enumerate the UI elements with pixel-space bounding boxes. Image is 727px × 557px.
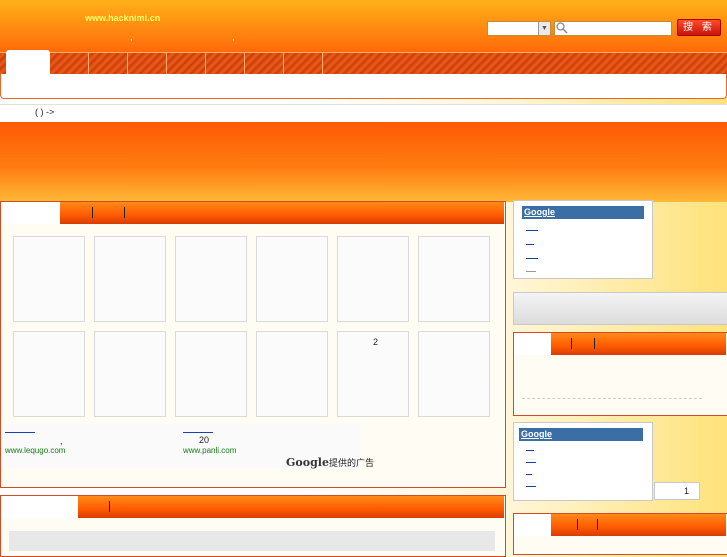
breadcrumb-bar [0, 104, 727, 123]
nav-tab[interactable] [284, 52, 323, 74]
nav-tab[interactable] [206, 52, 245, 74]
product-thumbnail[interactable] [94, 236, 166, 322]
product-thumbnail[interactable] [418, 236, 490, 322]
tab-divider [597, 519, 598, 530]
ad-link[interactable] [526, 474, 532, 475]
nav-tab[interactable] [167, 52, 206, 74]
tab-divider [124, 207, 125, 218]
header-separator: , [130, 32, 133, 42]
google-search-box: Google [513, 200, 653, 279]
product-thumbnail[interactable] [337, 236, 409, 322]
breadcrumb: ( ) -> [35, 107, 55, 117]
site-url[interactable]: www.hacknimi.cn [85, 13, 160, 23]
google-ads-label[interactable]: Google提供的广告 [286, 456, 374, 469]
google-search-box: Google [513, 422, 653, 501]
ad-text: 20 [199, 435, 210, 445]
banner [0, 122, 727, 202]
panel-header [551, 333, 726, 355]
ad-url[interactable]: www.panli.com [183, 446, 236, 455]
ad-link[interactable] [526, 486, 536, 487]
right-panel [513, 332, 727, 416]
ad-link[interactable] [526, 258, 538, 259]
panel-header [60, 202, 504, 224]
nav-tab-home[interactable] [6, 50, 50, 74]
tab-divider [577, 519, 578, 530]
counter-box: 1 [654, 482, 700, 500]
ad-link[interactable] [526, 230, 538, 231]
ad-link[interactable] [183, 432, 213, 433]
ad-link[interactable] [526, 244, 534, 245]
ad-link[interactable] [526, 450, 534, 451]
grey-box [513, 292, 727, 325]
panel-content [9, 531, 495, 551]
product-thumbnail[interactable] [175, 331, 247, 417]
product-thumbnail[interactable] [94, 331, 166, 417]
search-button[interactable]: 搜 索 [677, 19, 721, 36]
product-thumbnail[interactable] [175, 236, 247, 322]
panel-header [78, 496, 504, 518]
tab-divider [594, 338, 595, 349]
nav-tab[interactable] [50, 52, 89, 74]
sub-nav [0, 74, 727, 99]
panel-tab[interactable] [514, 333, 551, 355]
product-thumbnail[interactable] [13, 331, 85, 417]
tab-divider [571, 338, 572, 349]
divider [522, 398, 702, 399]
product-thumbnail[interactable] [13, 236, 85, 322]
ad-text: , [60, 436, 63, 446]
magnifier-icon [556, 22, 568, 34]
nav-tab[interactable] [89, 52, 128, 74]
ad-attribution[interactable] [526, 271, 536, 272]
ad-link[interactable] [526, 462, 536, 463]
google-logo: Google [286, 456, 329, 469]
search-input[interactable] [554, 21, 672, 36]
thumbnail-caption: 2 [373, 337, 379, 347]
panel-tab[interactable] [1, 202, 60, 224]
dropdown-arrow-icon[interactable]: ▼ [538, 22, 550, 35]
ad-url[interactable]: www.lequgo.com [5, 446, 65, 455]
tab-divider [92, 207, 93, 218]
panel-tab[interactable] [1, 496, 78, 518]
nav-tab[interactable] [128, 52, 167, 74]
ad-link[interactable] [5, 432, 35, 433]
product-thumbnail[interactable] [256, 331, 328, 417]
right-panel [513, 513, 727, 555]
product-thumbnail[interactable] [418, 331, 490, 417]
tab-divider [109, 501, 110, 512]
header-separator: , [232, 32, 235, 42]
counter-value: 1 [683, 486, 689, 496]
panel-tab[interactable] [514, 514, 551, 536]
google-ads-suffix: 提供的广告 [328, 458, 374, 468]
google-box-title[interactable]: Google [519, 428, 643, 441]
product-thumbnail[interactable] [256, 236, 328, 322]
google-box-title[interactable]: Google [522, 206, 644, 219]
search-category-select[interactable]: ▼ [487, 21, 551, 36]
nav-tab[interactable] [245, 52, 284, 74]
